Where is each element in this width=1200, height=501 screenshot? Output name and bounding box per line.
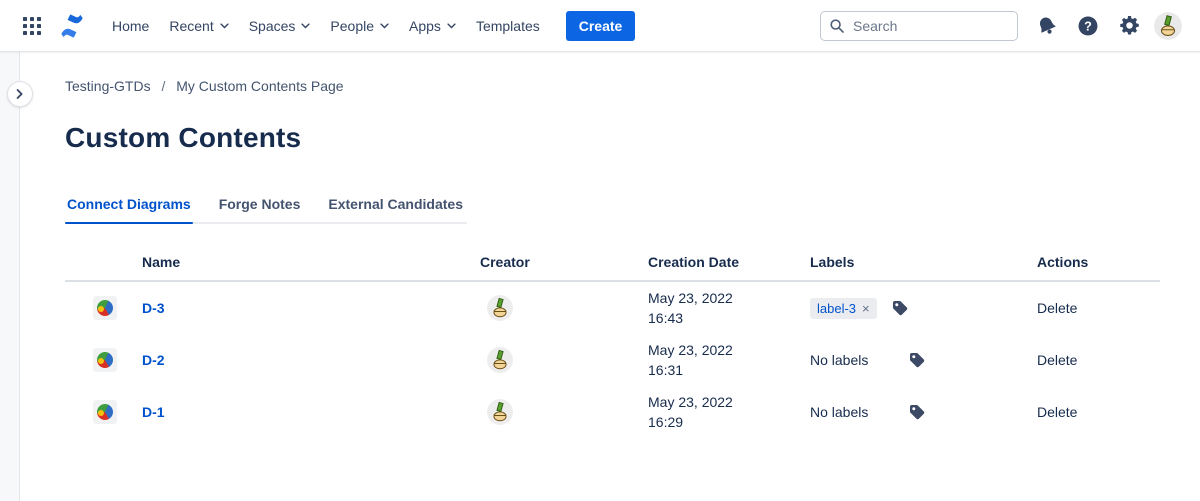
content-name-link[interactable]: D-1 — [142, 404, 480, 420]
content-name-link[interactable]: D-2 — [142, 352, 480, 368]
notifications-bell-icon[interactable] — [1031, 10, 1063, 42]
global-search — [820, 10, 1018, 41]
creation-date: May 23, 2022 16:43 — [648, 290, 733, 326]
no-labels-text: No labels — [810, 352, 869, 368]
creator-avatar[interactable] — [487, 295, 513, 321]
tab-forge-notes[interactable]: Forge Notes — [217, 196, 303, 222]
add-label-tag-icon[interactable] — [891, 299, 909, 317]
tab-connect-diagrams[interactable]: Connect Diagrams — [65, 196, 193, 224]
app-switcher-icon[interactable] — [16, 10, 48, 42]
page-title: Custom Contents — [65, 122, 302, 153]
creation-date: May 23, 2022 16:29 — [648, 394, 733, 430]
add-label-tag-icon[interactable] — [908, 403, 926, 421]
column-header-name: Name — [142, 254, 181, 270]
breadcrumb: Testing-GTDs / My Custom Contents Page — [65, 78, 1200, 94]
delete-button[interactable]: Delete — [1037, 352, 1160, 368]
chevron-down-icon — [301, 22, 311, 29]
nav-utility-icons: ? — [1031, 10, 1182, 42]
table-row: D-2 May 23, 2022 16:31 No labels Delete — [65, 334, 1160, 386]
nav-item-label: Recent — [169, 17, 214, 34]
table-row: D-1 May 23, 2022 16:29 No labels Delete — [65, 386, 1160, 438]
column-header-creation-date: Creation Date — [648, 254, 740, 270]
table-header-row: Name Creator Creation Date Labels Action… — [65, 244, 1160, 282]
creator-avatar[interactable] — [487, 399, 513, 425]
diagram-type-icon — [93, 348, 117, 372]
user-avatar[interactable] — [1154, 11, 1182, 40]
no-labels-text: No labels — [810, 404, 869, 420]
column-header-actions: Actions — [1037, 254, 1089, 270]
creation-date: May 23, 2022 16:31 — [648, 342, 733, 378]
nav-item-recent[interactable]: Recent — [159, 12, 238, 40]
chevron-down-icon — [220, 22, 229, 29]
nav-item-label: Templates — [475, 17, 540, 34]
nav-item-label: Apps — [409, 17, 441, 34]
breadcrumb-separator: / — [161, 78, 166, 94]
search-icon — [829, 18, 845, 39]
label-remove-icon[interactable]: × — [862, 301, 870, 316]
global-nav: Home Recent Spaces People Apps Templates… — [0, 0, 1200, 52]
breadcrumb-page-link[interactable]: My Custom Contents Page — [176, 78, 343, 94]
label-chip-link[interactable]: label-3 — [817, 301, 856, 316]
label-chip: label-3 × — [810, 297, 877, 319]
tab-external-candidates[interactable]: External Candidates — [326, 196, 465, 222]
nav-item-templates[interactable]: Templates — [466, 12, 550, 40]
tab-bar: Connect Diagrams Forge Notes External Ca… — [65, 196, 467, 224]
nav-item-label: Home — [112, 17, 150, 34]
creator-avatar[interactable] — [487, 347, 513, 373]
diagram-type-icon — [93, 400, 117, 424]
chevron-down-icon — [380, 22, 389, 29]
chevron-down-icon — [447, 22, 456, 29]
diagram-type-icon — [93, 296, 117, 320]
collapsed-sidebar-rail — [0, 52, 20, 501]
nav-item-home[interactable]: Home — [102, 12, 159, 40]
help-icon[interactable]: ? — [1072, 10, 1104, 42]
custom-contents-table: Name Creator Creation Date Labels Action… — [65, 244, 1160, 438]
nav-item-label: People — [330, 17, 375, 34]
column-header-labels: Labels — [810, 254, 855, 270]
create-button[interactable]: Create — [565, 10, 636, 41]
nav-item-apps[interactable]: Apps — [399, 12, 466, 40]
breadcrumb-space-link[interactable]: Testing-GTDs — [65, 78, 151, 94]
delete-button[interactable]: Delete — [1037, 404, 1160, 420]
delete-button[interactable]: Delete — [1037, 300, 1160, 316]
primary-nav: Home Recent Spaces People Apps Templates — [102, 12, 550, 40]
nav-item-label: Spaces — [248, 17, 296, 34]
settings-gear-icon[interactable] — [1113, 10, 1145, 42]
sidebar-expand-button[interactable] — [7, 81, 33, 107]
svg-text:?: ? — [1084, 19, 1092, 33]
nav-item-spaces[interactable]: Spaces — [239, 12, 321, 40]
confluence-logo-icon[interactable] — [56, 10, 88, 42]
add-label-tag-icon[interactable] — [908, 351, 926, 369]
content-name-link[interactable]: D-3 — [142, 300, 480, 316]
search-input[interactable] — [820, 10, 1018, 41]
column-header-creator: Creator — [480, 254, 530, 270]
table-row: D-3 May 23, 2022 16:43 label-3 × Delete — [65, 282, 1160, 334]
page-content: Testing-GTDs / My Custom Contents Page C… — [21, 52, 1200, 438]
nav-item-people[interactable]: People — [320, 12, 399, 40]
chevron-right-icon — [16, 89, 23, 99]
